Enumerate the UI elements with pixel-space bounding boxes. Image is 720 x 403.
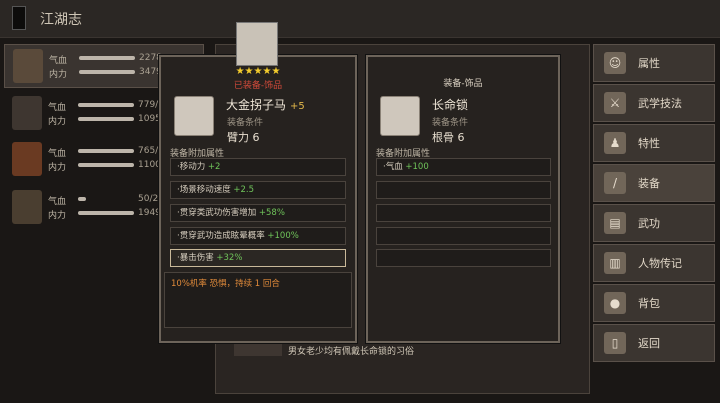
menu-label: 特性 <box>638 137 660 150</box>
stat-value: 779/ <box>138 100 159 110</box>
stat-label: 内力 <box>49 70 68 80</box>
stat-label: 内力 <box>48 211 67 221</box>
menu-back[interactable]: ▯ 返回 <box>593 324 715 362</box>
attr-row: ·暴击伤害 +32% <box>170 249 346 267</box>
stat-label: 气血 <box>48 149 67 159</box>
attr-value: +100% <box>267 231 299 241</box>
avatar <box>12 96 42 130</box>
stat-value: 1100 <box>138 160 161 170</box>
page-title: 江湖志 <box>40 12 82 28</box>
stat-value: 1095 <box>138 114 161 124</box>
attr-row-empty <box>376 249 551 267</box>
stat-label: 内力 <box>48 117 67 127</box>
martial-icon: ⚔ <box>604 92 626 114</box>
top-bar: 江湖志 <box>0 0 720 38</box>
menu-label: 装备 <box>638 177 660 190</box>
requirement-value: 臂力 6 <box>227 131 260 144</box>
avatar <box>236 22 278 66</box>
attr-row: ·贯穿类武功伤害增加 +58% <box>170 204 346 222</box>
attr-value: +58% <box>258 208 285 218</box>
stat-label: 内力 <box>48 163 67 173</box>
attr-row-empty <box>376 181 551 199</box>
book-icon <box>12 6 26 30</box>
menu-label: 返回 <box>638 337 660 350</box>
stat-label: 气血 <box>48 197 67 207</box>
item-icon <box>380 96 420 136</box>
menu-label: 属性 <box>638 57 660 70</box>
item-name: 大金拐子马 +5 <box>226 96 305 113</box>
attr-name: ·贯穿类武功伤害增加 <box>177 208 257 218</box>
avatar <box>12 142 42 176</box>
sword-icon: / <box>604 172 626 194</box>
menu-martial-skills[interactable]: ⚔ 武学技法 <box>593 84 715 122</box>
avatar <box>12 190 42 224</box>
attr-name: ·贯穿武功造成眩晕概率 <box>177 231 265 241</box>
equipped-tag: 已装备-饰品 <box>233 81 283 91</box>
menu-label: 人物传记 <box>638 257 682 270</box>
requirement-value: 根骨 6 <box>432 131 465 144</box>
menu-label: 武功 <box>638 217 660 230</box>
stat-value: 765/ <box>138 146 159 156</box>
attr-name: ·暴击伤害 <box>177 253 214 263</box>
avatar <box>13 49 43 83</box>
menu-label: 背包 <box>638 297 660 310</box>
menu-attributes[interactable]: ☺ 属性 <box>593 44 715 82</box>
stat-value: 50/2 <box>138 194 159 204</box>
hp-bar <box>78 103 134 107</box>
bio-icon: ▥ <box>604 252 626 274</box>
tooltip-title: 装备-饰品 <box>443 79 483 89</box>
requirement-label: 装备条件 <box>432 118 469 128</box>
menu-equipment[interactable]: / 装备 <box>593 164 715 202</box>
special-effect: 10%机率 恐惧，持续 1 回合 <box>164 272 352 328</box>
back-icon: ▯ <box>604 332 626 354</box>
attr-row: ·移动力 +2 <box>170 158 346 176</box>
item-name: 长命锁 <box>432 98 469 112</box>
attr-name: ·气血 <box>383 162 403 172</box>
attr-row: ·贯穿武功造成眩晕概率 +100% <box>170 227 346 245</box>
mp-bar <box>78 211 134 215</box>
enhance-level: +5 <box>290 101 305 112</box>
attr-row-empty <box>376 204 551 222</box>
item-name-text: 大金拐子马 <box>226 98 287 112</box>
attr-row-empty <box>376 227 551 245</box>
mp-bar <box>79 70 135 74</box>
stat-label: 气血 <box>49 56 68 66</box>
stat-label: 气血 <box>48 103 67 113</box>
attr-value: +2.5 <box>233 185 255 195</box>
mp-bar <box>78 163 134 167</box>
stat-value: 1949 <box>138 208 161 218</box>
attr-value: +100 <box>405 162 429 172</box>
menu-label: 武学技法 <box>638 97 682 110</box>
menu-biography[interactable]: ▥ 人物传记 <box>593 244 715 282</box>
requirement-label: 装备条件 <box>227 118 264 128</box>
item-icon <box>174 96 214 136</box>
attr-name: ·移动力 <box>177 162 206 172</box>
book-icon: ▤ <box>604 212 626 234</box>
rating-stars: ★★★★★ <box>235 66 281 77</box>
attr-name: ·场景移动速度 <box>177 185 231 195</box>
menu-traits[interactable]: ♟ 特性 <box>593 124 715 162</box>
menu-bag[interactable]: ● 背包 <box>593 284 715 322</box>
menu-kungfu[interactable]: ▤ 武功 <box>593 204 715 242</box>
attr-value: +32% <box>216 253 243 263</box>
hp-bar <box>78 149 134 153</box>
item-description: 男女老少均有佩戴长命锁的习俗 <box>288 347 415 357</box>
person-icon: ☺ <box>604 52 626 74</box>
attr-value: +2 <box>207 162 221 172</box>
attr-row: ·场景移动速度 +2.5 <box>170 181 346 199</box>
trait-icon: ♟ <box>604 132 626 154</box>
hp-bar <box>79 56 135 60</box>
hp-bar <box>78 197 86 201</box>
attr-row: ·气血 +100 <box>376 158 551 176</box>
bag-icon: ● <box>604 292 626 314</box>
mp-bar <box>78 117 134 121</box>
